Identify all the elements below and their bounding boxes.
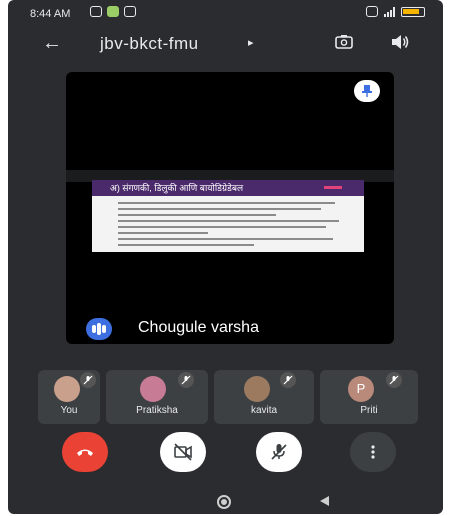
call-controls [8,432,443,478]
back-nav-icon[interactable] [320,496,329,506]
more-options-button[interactable] [350,432,396,472]
slide-body-text [118,202,344,250]
system-icons [366,6,425,17]
avatar: P [348,376,374,402]
sim-icon [366,6,378,17]
avatar [140,376,166,402]
mic-toggle-button[interactable] [256,432,302,472]
active-speaker-icon [86,318,112,340]
avatar [54,376,80,402]
home-button-icon[interactable] [217,495,231,509]
meeting-info-caret-icon[interactable]: ▸ [248,36,254,49]
mic-off-icon [280,372,296,388]
system-nav-bar [8,490,443,514]
mic-off-icon [386,372,402,388]
mic-off-icon [80,372,96,388]
participant-strip: You Pratiksha kavita P Priti [38,370,418,424]
avatar [244,376,270,402]
participant-name: Priti [360,405,378,416]
app-notification-icon [107,6,119,17]
participant-tile-pratiksha[interactable]: Pratiksha [106,370,208,424]
participant-name: You [60,405,78,416]
switch-camera-icon[interactable] [334,34,354,50]
participant-name: Pratiksha [136,405,178,416]
camera-toggle-button[interactable] [160,432,206,472]
presenter-name: Chougule varsha [138,319,259,336]
signal-icon [384,6,395,17]
notification-icons [90,6,136,17]
mic-off-icon [271,444,287,460]
battery-icon [401,6,425,17]
pin-icon [362,85,372,97]
participant-tile-kavita[interactable]: kavita [214,370,314,424]
slide-title: अ) संगणकी, डिलुकी आणि बायोडिग्रेडेबल [92,180,364,196]
participant-tile-priti[interactable]: P Priti [320,370,418,424]
whatsapp-icon [90,6,102,17]
main-video-stage[interactable]: अ) संगणकी, डिलुकी आणि बायोडिग्रेडेबल Cho… [66,72,394,344]
camera-notification-icon [124,6,136,17]
meeting-top-bar: ← jbv-bkct-fmu ▸ [8,30,443,60]
participant-name: kavita [250,405,278,416]
participant-tile-you[interactable]: You [38,370,100,424]
meet-app-screen: 8:44 AM ← jbv-bkct-fmu ▸ अ) संगणकी, डिलु… [8,0,443,514]
mic-off-icon [178,372,194,388]
more-vert-icon [371,445,375,459]
back-arrow-icon[interactable]: ← [42,32,62,55]
shared-slide: अ) संगणकी, डिलुकी आणि बायोडिग्रेडेबल [92,180,364,252]
pin-button[interactable] [354,80,380,102]
speaker-icon[interactable] [390,34,410,50]
camera-off-icon [174,443,192,461]
status-time: 8:44 AM [30,8,71,20]
end-call-icon [77,449,93,456]
slide-accent [324,186,342,189]
end-call-button[interactable] [62,432,108,472]
meeting-code[interactable]: jbv-bkct-fmu [100,34,199,54]
status-bar: 8:44 AM [8,6,443,24]
